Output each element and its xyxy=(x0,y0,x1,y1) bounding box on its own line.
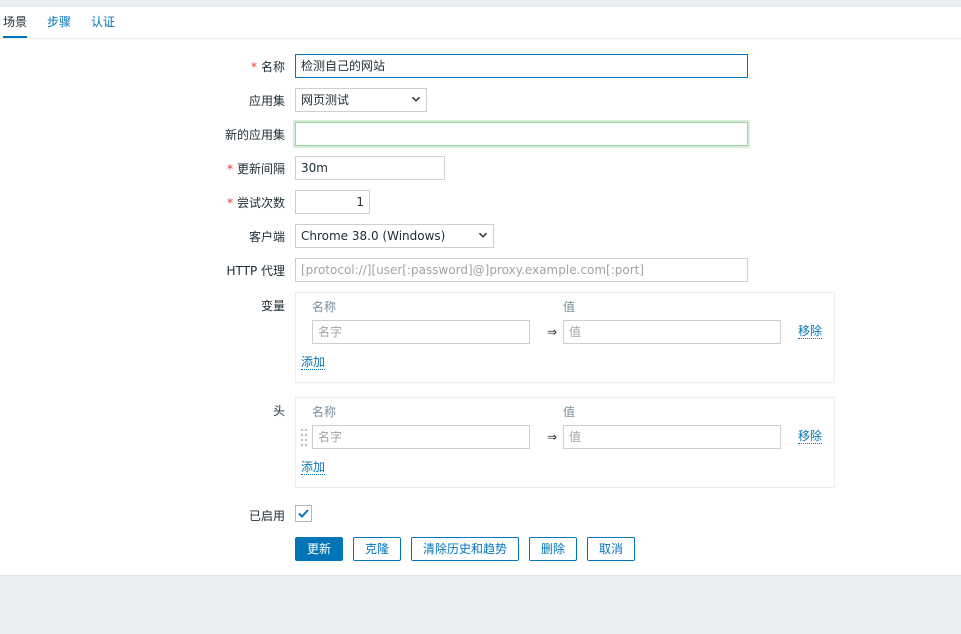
chevron-down-icon xyxy=(412,96,420,102)
name-label-text: 名称 xyxy=(260,60,285,74)
application-label: 应用集 xyxy=(248,94,285,108)
variables-col-value: 值 xyxy=(563,300,576,314)
required-marker: * xyxy=(250,60,257,74)
required-marker: * xyxy=(226,162,233,176)
tab-bar: 场景 步骤 认证 xyxy=(0,7,961,39)
new-application-label: 新的应用集 xyxy=(224,128,285,142)
attempts-input[interactable]: 1 xyxy=(295,190,370,214)
header-name-input[interactable]: 名字 xyxy=(312,425,530,449)
header-remove-link[interactable]: 移除 xyxy=(798,429,823,444)
name-input[interactable]: 检测自己的网站 xyxy=(295,54,748,78)
headers-col-value: 值 xyxy=(563,405,576,419)
arrow-icon: ⇒ xyxy=(547,430,558,444)
http-proxy-input[interactable]: [protocol://][user[:password]@]proxy.exa… xyxy=(295,258,748,282)
new-application-input[interactable] xyxy=(295,122,748,146)
application-select-value: 网页测试 xyxy=(301,93,350,107)
web-scenario-form-panel: 场景 步骤 认证 * 名称 检测自己的网站 应用集 网页测试 新的应用集 * 更新间… xyxy=(0,7,961,576)
name-label: * 名称 xyxy=(251,58,285,75)
headers-col-name: 名称 xyxy=(312,405,337,419)
drag-handle-icon[interactable] xyxy=(301,428,307,446)
variables-col-name: 名称 xyxy=(312,300,337,314)
arrow-icon: ⇒ xyxy=(547,325,558,339)
clone-button[interactable]: 克隆 xyxy=(353,537,401,561)
header-add-link[interactable]: 添加 xyxy=(301,460,326,475)
variable-remove-link[interactable]: 移除 xyxy=(798,324,823,339)
headers-label: 头 xyxy=(272,404,285,418)
variable-add-link[interactable]: 添加 xyxy=(301,355,326,370)
agent-select-value: Chrome 38.0 (Windows) xyxy=(301,229,446,243)
agent-select[interactable]: Chrome 38.0 (Windows) xyxy=(295,224,494,248)
clear-history-button[interactable]: 清除历史和趋势 xyxy=(411,537,519,561)
top-strip xyxy=(0,0,961,7)
checkmark-icon xyxy=(298,509,309,518)
agent-label: 客户端 xyxy=(248,230,285,244)
required-marker: * xyxy=(226,196,233,210)
tab-steps[interactable]: 步骤 xyxy=(47,7,71,37)
variable-name-input[interactable]: 名字 xyxy=(312,320,530,344)
update-interval-label: * 更新间隔 xyxy=(227,160,285,177)
variables-table: 名称 值 名字 ⇒ 值 移除 添加 xyxy=(295,292,835,383)
delete-button[interactable]: 删除 xyxy=(529,537,577,561)
update-interval-input[interactable]: 30m xyxy=(295,156,445,180)
attempts-label: * 尝试次数 xyxy=(227,194,285,211)
update-interval-label-text: 更新间隔 xyxy=(236,162,285,176)
attempts-label-text: 尝试次数 xyxy=(236,196,285,210)
footer-area xyxy=(0,576,961,634)
application-select[interactable]: 网页测试 xyxy=(295,88,427,112)
enabled-checkbox[interactable] xyxy=(295,505,312,522)
cancel-button[interactable]: 取消 xyxy=(587,537,635,561)
headers-table: 名称 值 名字 ⇒ 值 移除 添加 xyxy=(295,397,835,488)
http-proxy-label: HTTP 代理 xyxy=(226,264,285,278)
chevron-down-icon xyxy=(479,232,487,238)
tab-authentication[interactable]: 认证 xyxy=(91,7,115,37)
variable-value-input[interactable]: 值 xyxy=(563,320,781,344)
enabled-label: 已启用 xyxy=(248,509,285,523)
header-value-input[interactable]: 值 xyxy=(563,425,781,449)
tab-scenario[interactable]: 场景 xyxy=(3,7,28,38)
update-button[interactable]: 更新 xyxy=(295,537,343,561)
variables-label: 变量 xyxy=(260,299,285,313)
